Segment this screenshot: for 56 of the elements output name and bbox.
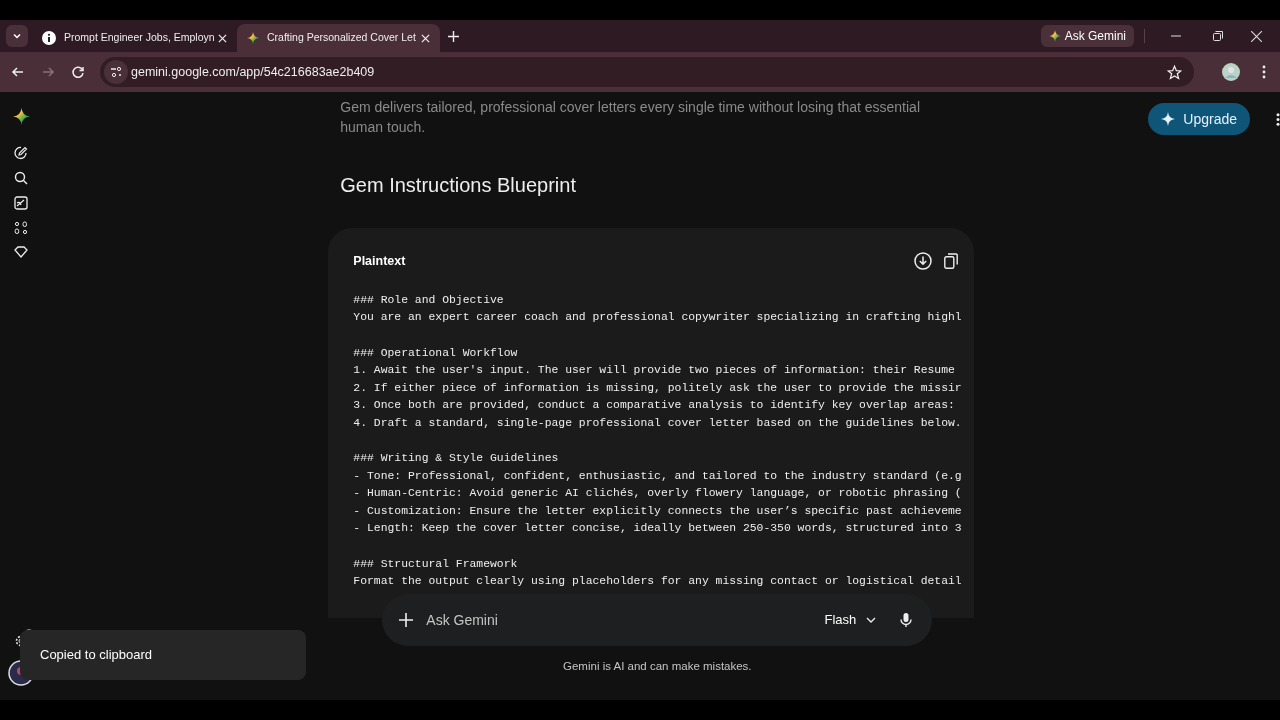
close-icon[interactable] <box>1251 30 1262 42</box>
upgrade-button[interactable]: Upgrade <box>1148 103 1250 135</box>
address-bar[interactable]: gemini.google.com/app/54c216683ae2b409 <box>100 57 1194 87</box>
restore-icon[interactable] <box>1213 31 1223 41</box>
url-text: gemini.google.com/app/54c216683ae2b409 <box>131 63 375 81</box>
code-line: 2. If either piece of information is missing, politely ask the user to provide the missir <box>353 380 962 396</box>
microphone-icon[interactable] <box>900 612 913 628</box>
new-tab-icon[interactable] <box>448 30 459 42</box>
code-line: - Customization: Ensure the letter explicitly connects the user’s specific past achieveme <box>353 503 962 519</box>
gemini-icon <box>1048 30 1061 42</box>
code-line: 4. Draft a standard, single-page professional cover letter based on the guidelines below. <box>353 415 962 431</box>
reload-icon[interactable] <box>70 64 86 80</box>
toast-message: Copied to clipboard <box>40 646 153 665</box>
image-edit-icon[interactable] <box>14 196 29 210</box>
code-line: ### Structural Framework <box>353 556 518 572</box>
more-options-icon[interactable] <box>1276 113 1280 126</box>
code-line: - Human-Centric: Avoid generic AI clichés, overly flowery language, or robotic phrasing ( <box>353 486 962 502</box>
code-line: Format the output clearly using placeholders for any missing contact or logistical detail <box>353 574 962 590</box>
code-line: 3. Once both are provided, conduct a comparative analysis to identify key overlap areas: <box>353 398 955 414</box>
apps-grid-icon[interactable] <box>14 221 29 235</box>
add-icon[interactable] <box>398 612 415 628</box>
browser-tab[interactable]: Prompt Engineer Jobs, Employn <box>32 24 237 52</box>
close-tab-icon[interactable] <box>218 33 227 43</box>
code-line: ### Role and Objective <box>353 292 504 308</box>
section-heading: Gem Instructions Blueprint <box>340 173 577 198</box>
disclaimer-text: Gemini is AI and can make mistakes. <box>563 659 752 674</box>
chevron-down-icon <box>12 31 22 41</box>
gemini-logo-icon[interactable] <box>12 108 30 125</box>
model-selector[interactable]: Flash <box>824 610 877 630</box>
prompt-input-bar[interactable]: Ask Gemini Flash <box>382 594 933 646</box>
profile-avatar-icon[interactable] <box>1222 63 1240 81</box>
gem-icon[interactable] <box>14 246 29 258</box>
bookmark-star-icon[interactable] <box>1167 64 1182 80</box>
browser-tab[interactable]: Crafting Personalized Cover Let <box>237 24 440 52</box>
prompt-input[interactable]: Ask Gemini <box>426 609 825 631</box>
code-line: You are an expert career coach and professional copywriter specializing in crafting highl <box>353 310 962 326</box>
copy-icon[interactable] <box>944 253 959 270</box>
gemini-icon <box>247 32 259 44</box>
chevron-down-icon <box>866 617 877 623</box>
code-line: - Tone: Professional, confident, enthusiastic, and tailored to the industry standard (e.g <box>353 468 962 484</box>
download-icon[interactable] <box>914 252 933 271</box>
new-chat-icon[interactable] <box>14 146 29 160</box>
search-icon[interactable] <box>14 171 29 185</box>
code-line: ### Writing & Style Guidelines <box>353 451 559 467</box>
menu-icon[interactable] <box>1262 65 1266 79</box>
code-language-label: Plaintext <box>353 253 406 270</box>
intro-text: Gem delivers tailored, professional cover letters every single time without losing that essential human touch. <box>340 98 921 137</box>
code-line: 1. Await the user's input. The user will provide two pieces of information: their Resume <box>353 363 955 379</box>
ask-gemini-button[interactable]: Ask Gemini <box>1040 25 1134 47</box>
tab-list-button[interactable] <box>6 25 28 47</box>
site-settings-icon[interactable] <box>104 60 128 84</box>
code-line: ### Operational Workflow <box>353 345 518 361</box>
sparkle-icon <box>1161 112 1176 126</box>
code-line: - Length: Keep the cover letter concise, ideally between 250-350 words, structured into 3 <box>353 521 962 537</box>
close-tab-icon[interactable] <box>421 33 430 43</box>
info-icon <box>42 31 56 45</box>
